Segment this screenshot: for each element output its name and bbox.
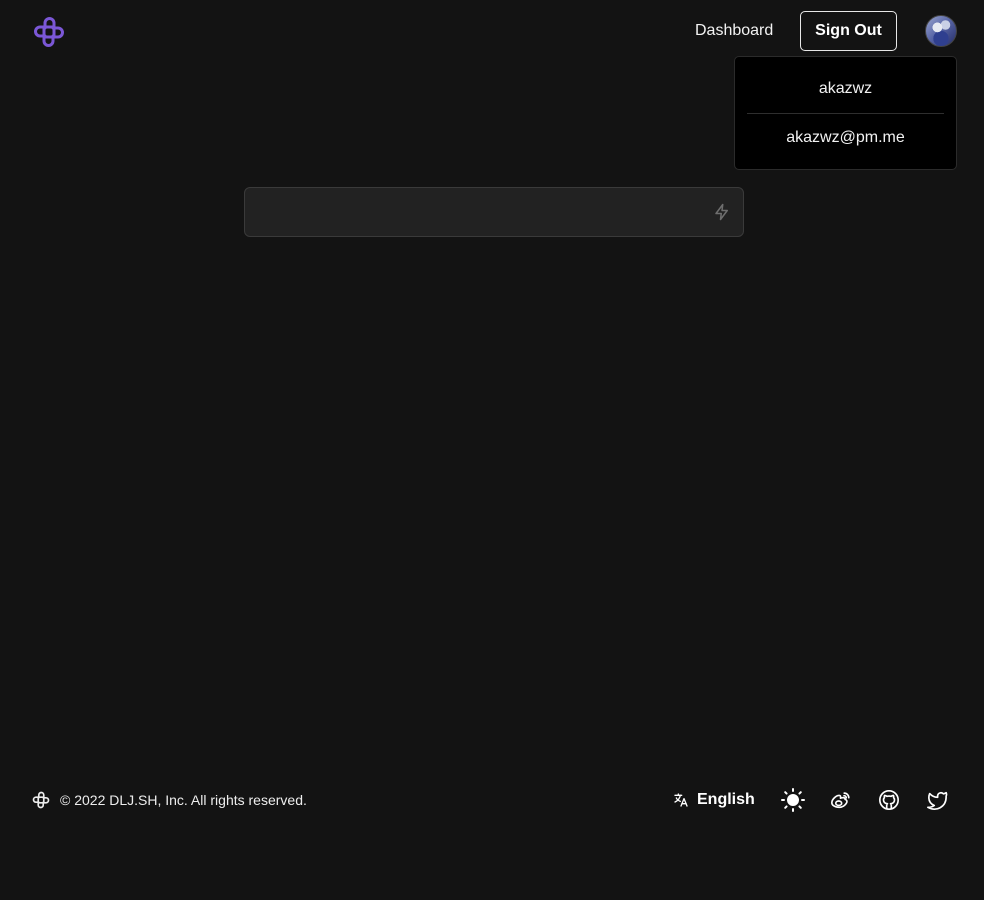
user-menu-dropdown: akazwz akazwz@pm.me	[734, 56, 957, 170]
language-selector[interactable]: English	[673, 789, 755, 811]
footer-brand: © 2022 DLJ.SH, Inc. All rights reserved.	[31, 789, 307, 811]
github-icon[interactable]	[877, 788, 901, 812]
user-menu-divider	[747, 113, 944, 114]
dashboard-link[interactable]: Dashboard	[695, 21, 773, 41]
lightning-bolt-icon[interactable]	[713, 203, 731, 221]
twitter-icon[interactable]	[925, 788, 949, 812]
copyright-text: © 2022 DLJ.SH, Inc. All rights reserved.	[60, 792, 307, 808]
language-label: English	[697, 791, 755, 808]
translate-icon	[674, 793, 688, 807]
footer-logo-icon	[32, 791, 50, 809]
weibo-icon[interactable]	[829, 788, 853, 812]
user-avatar[interactable]	[925, 15, 957, 47]
page: Dashboard Sign Out akazwz akazwz@pm.me ©…	[0, 0, 984, 900]
sun-icon[interactable]	[781, 788, 805, 812]
command-input[interactable]	[245, 188, 743, 236]
command-input-container	[244, 187, 744, 237]
user-menu-email[interactable]: akazwz@pm.me	[735, 128, 956, 148]
sign-out-button[interactable]: Sign Out	[800, 11, 897, 51]
logo-icon[interactable]	[31, 14, 67, 50]
user-menu-username[interactable]: akazwz	[735, 79, 956, 99]
